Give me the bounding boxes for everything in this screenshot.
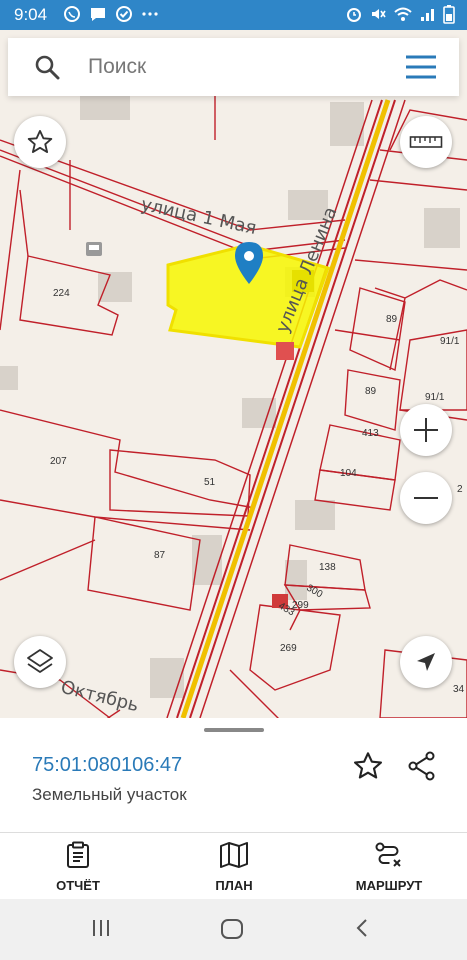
plus-icon — [414, 418, 438, 442]
wifi-icon — [394, 7, 412, 21]
layers-button[interactable] — [14, 636, 66, 688]
share-button[interactable] — [406, 750, 438, 787]
home-icon[interactable] — [220, 917, 244, 941]
parcel-label: 104 — [340, 468, 357, 479]
system-nav-bar — [0, 899, 467, 960]
parcel-label: 51 — [204, 477, 216, 488]
lenina-street — [166, 99, 406, 718]
map-icon — [220, 842, 248, 868]
recent-apps-icon[interactable] — [90, 917, 112, 939]
parcel-label: 89 — [386, 314, 398, 325]
layers-icon — [27, 649, 53, 673]
status-bar: 9:04 — [0, 0, 467, 30]
route-button[interactable]: МАРШРУТ — [339, 841, 439, 893]
minus-icon — [414, 497, 438, 499]
mute-icon — [372, 9, 386, 19]
parcel-label: 207 — [50, 456, 67, 467]
parcel-label: 413 — [362, 428, 379, 439]
clipboard-icon — [67, 841, 89, 868]
star-outline-icon — [27, 129, 53, 153]
route-icon — [375, 842, 401, 867]
cadastral-number[interactable]: 75:01:080106:47 — [32, 754, 182, 777]
navigation-arrow-icon — [417, 653, 435, 671]
report-button[interactable]: ОТЧЁТ — [28, 841, 128, 893]
object-type: Земельный участок — [32, 785, 187, 804]
bus-stop-icon — [86, 242, 102, 256]
parcel-label: 224 — [53, 288, 70, 299]
drag-handle[interactable] — [204, 728, 264, 732]
parcel-label: 138 — [319, 562, 336, 573]
buildings — [0, 90, 460, 698]
map-view[interactable]: улица 1 Мая улица Ленина Октябрь 224 207… — [0, 30, 467, 718]
parcel-label: 2 — [457, 484, 463, 495]
parcel-boundaries — [0, 85, 467, 718]
parcel-label: 34 — [453, 684, 465, 695]
ruler-icon — [409, 136, 443, 148]
route-label: МАРШРУТ — [355, 878, 423, 893]
building-marker — [276, 342, 294, 360]
parcel-label: 87 — [154, 550, 166, 561]
check-icon — [116, 6, 132, 22]
action-bar: ОТЧЁТ ПЛАН МАРШРУТ — [0, 833, 467, 899]
search-input[interactable] — [88, 54, 388, 80]
parcel-label: 91/1 — [440, 336, 460, 347]
plan-button[interactable]: ПЛАН — [184, 841, 284, 893]
measure-button[interactable] — [400, 116, 452, 168]
share-icon — [408, 751, 435, 781]
object-info-sheet: 75:01:080106:47 Земельный участок — [0, 718, 467, 832]
my-location-button[interactable] — [400, 636, 452, 688]
report-label: ОТЧЁТ — [56, 878, 100, 893]
zoom-out-button[interactable] — [400, 472, 452, 524]
back-icon[interactable] — [352, 917, 374, 939]
battery-icon — [443, 5, 455, 24]
status-time: 9:04 — [14, 5, 48, 24]
parcel-label: 89 — [365, 386, 377, 397]
viber-icon — [64, 6, 80, 22]
parcel-label: 91/1 — [425, 392, 445, 403]
search-bar — [8, 38, 459, 96]
more-icon — [142, 12, 158, 16]
favorite-button[interactable] — [14, 116, 66, 168]
favorite-object-button[interactable] — [352, 750, 384, 787]
menu-icon[interactable] — [405, 54, 437, 80]
message-icon — [91, 8, 105, 21]
search-icon[interactable] — [34, 54, 60, 80]
plan-label: ПЛАН — [215, 878, 253, 893]
cadastral-map[interactable] — [0, 30, 467, 718]
zoom-in-button[interactable] — [400, 404, 452, 456]
star-outline-icon — [354, 752, 382, 779]
alarm-icon — [347, 8, 361, 22]
parcel-label: 269 — [280, 643, 297, 654]
signal-icon — [421, 9, 434, 21]
